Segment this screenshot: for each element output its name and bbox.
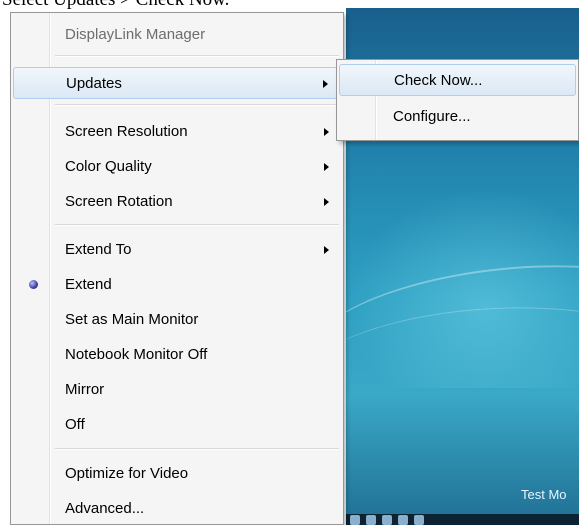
menu-separator: [55, 55, 339, 57]
menu-item-notebook-monitor-off[interactable]: Notebook Monitor Off: [13, 339, 341, 371]
instruction-caption: Select Updates > Check Now.: [2, 0, 229, 9]
menu-item-label: Extend To: [65, 241, 132, 258]
submenu-arrow-icon: [324, 198, 329, 206]
menu-item-updates[interactable]: Updates: [13, 67, 341, 99]
menu-item-label: Mirror: [65, 381, 105, 398]
updates-submenu: Check Now... Configure...: [336, 59, 579, 141]
tray-icon[interactable]: [414, 515, 424, 525]
menu-item-label: DisplayLink Manager: [65, 26, 206, 43]
menu-item-screen-rotation[interactable]: Screen Rotation: [13, 186, 341, 218]
menu-title-displaylink-manager: DisplayLink Manager: [13, 19, 341, 51]
tray-icon[interactable]: [366, 515, 376, 525]
radio-selected-icon: [29, 280, 38, 289]
menu-item-label: Screen Resolution: [65, 123, 188, 140]
taskbar-tray: [346, 514, 579, 525]
menu-item-color-quality[interactable]: Color Quality: [13, 151, 341, 183]
menu-item-label: Screen Rotation: [65, 193, 173, 210]
menu-item-configure[interactable]: Configure...: [339, 101, 576, 133]
displaylink-context-menu: DisplayLink Manager Updates Screen Resol…: [10, 12, 344, 525]
tray-icon[interactable]: [398, 515, 408, 525]
tray-icon[interactable]: [382, 515, 392, 525]
desktop-icon-label[interactable]: Test Mo: [521, 487, 567, 502]
menu-item-extend[interactable]: Extend: [13, 269, 341, 301]
menu-separator: [55, 224, 339, 226]
menu-item-label: Configure...: [393, 108, 471, 125]
menu-item-advanced[interactable]: Advanced...: [13, 493, 341, 525]
submenu-arrow-icon: [324, 163, 329, 171]
menu-item-label: Extend: [65, 276, 112, 293]
menu-item-label: Updates: [66, 75, 122, 92]
menu-item-mirror[interactable]: Mirror: [13, 374, 341, 406]
menu-item-screen-resolution[interactable]: Screen Resolution: [13, 116, 341, 148]
menu-item-label: Off: [65, 416, 85, 433]
menu-item-optimize-for-video[interactable]: Optimize for Video: [13, 458, 341, 490]
menu-separator: [55, 104, 339, 106]
tray-icon[interactable]: [350, 515, 360, 525]
menu-item-label: Optimize for Video: [65, 465, 189, 482]
submenu-arrow-icon: [324, 128, 329, 136]
menu-item-label: Check Now...: [394, 72, 483, 89]
menu-item-label: Color Quality: [65, 158, 152, 175]
menu-item-set-as-main-monitor[interactable]: Set as Main Monitor: [13, 304, 341, 336]
submenu-arrow-icon: [323, 80, 328, 88]
menu-item-off[interactable]: Off: [13, 409, 341, 441]
menu-item-label: Notebook Monitor Off: [65, 346, 208, 363]
menu-item-check-now[interactable]: Check Now...: [339, 64, 576, 96]
menu-item-extend-to[interactable]: Extend To: [13, 234, 341, 266]
submenu-arrow-icon: [324, 246, 329, 254]
menu-item-label: Set as Main Monitor: [65, 311, 199, 328]
menu-item-label: Advanced...: [65, 500, 145, 517]
menu-separator: [55, 448, 339, 450]
